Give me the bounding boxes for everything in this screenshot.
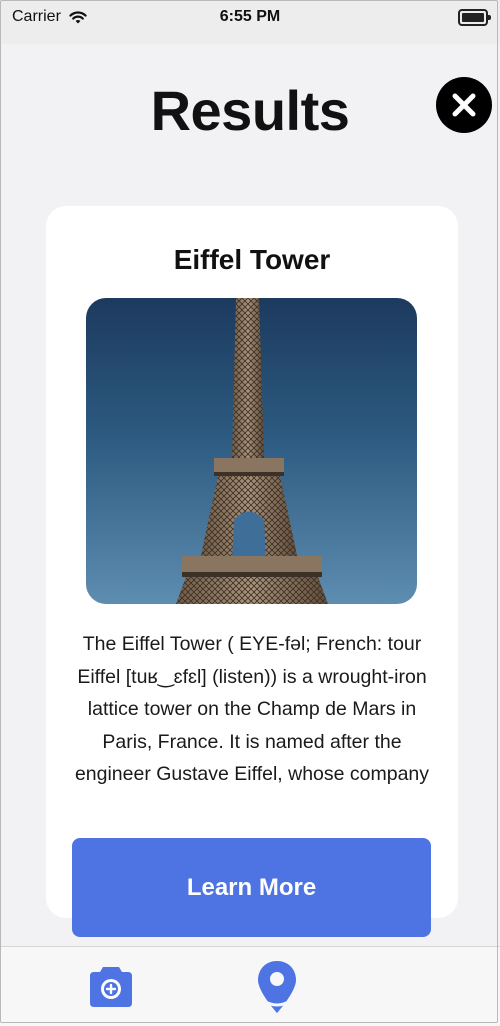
tab-map[interactable] <box>254 959 300 1020</box>
tab-bar <box>0 946 500 1026</box>
result-title: Eiffel Tower <box>173 244 331 275</box>
map-pin-icon <box>258 961 296 1013</box>
clock: 6:55 PM <box>219 8 281 25</box>
close-icon <box>452 93 476 117</box>
tab-camera[interactable] <box>88 961 134 1014</box>
camera-icon <box>90 967 132 1007</box>
battery-icon <box>458 9 491 26</box>
page-title: Results <box>150 79 350 142</box>
result-card: Eiffel Tower The Eiffel Tower (EYE-fəl;… <box>46 206 458 918</box>
close-button[interactable] <box>436 77 492 133</box>
eiffel-tower-photo <box>86 298 417 604</box>
result-description: The Eiffel Tower ( EYE-fəl; French: tour… <box>74 633 430 785</box>
learn-more-button[interactable]: Learn More <box>72 838 431 937</box>
status-bar: Carrier 6:55 PM <box>0 0 500 44</box>
eiffel-tower-illustration <box>176 298 328 604</box>
